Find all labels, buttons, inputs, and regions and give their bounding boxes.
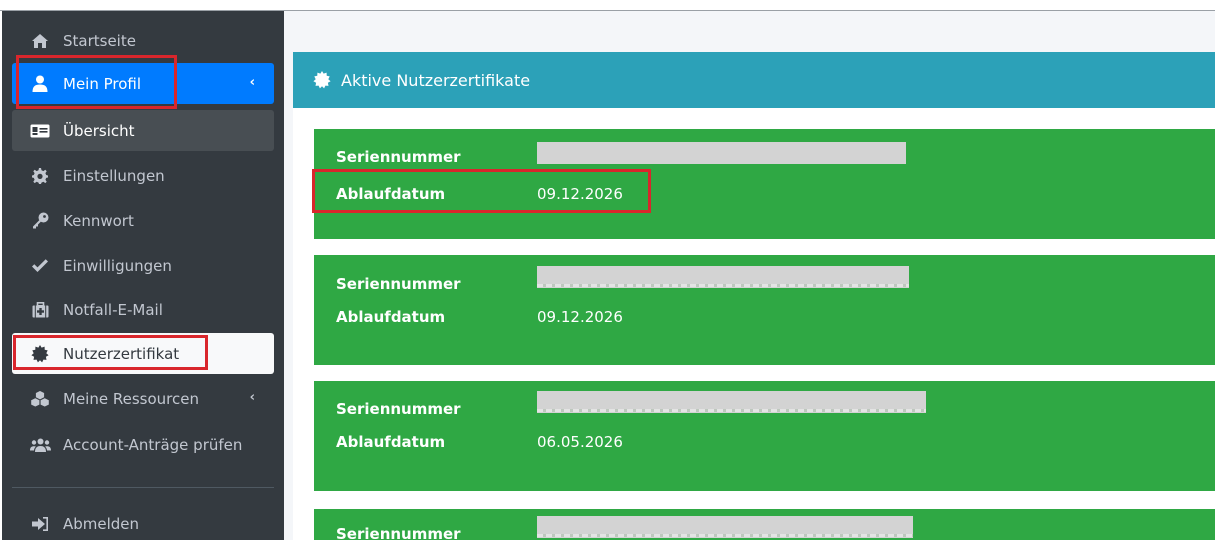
sidebar-item-einwilligungen[interactable]: Einwilligungen [12, 245, 274, 286]
certificate-icon [313, 71, 331, 89]
home-icon [29, 33, 51, 49]
check-icon [29, 258, 51, 273]
serial-label: Seriennummer [336, 275, 461, 293]
serial-redacted [537, 266, 909, 288]
card-title: Aktive Nutzerzertifikate [341, 70, 531, 90]
id-card-icon [29, 124, 51, 138]
expiry-label: Ablaufdatum [336, 185, 446, 203]
chevron-left-icon: ‹ [249, 75, 255, 90]
sidebar-item-startseite[interactable]: Startseite [12, 20, 274, 61]
certificate-entry: Seriennummer Ablaufdatum 09.12.2026 [314, 129, 1215, 239]
key-icon [29, 212, 51, 229]
sidebar-item-label: Mein Profil [63, 74, 142, 93]
card-header: Aktive Nutzerzertifikate [293, 52, 1215, 108]
sidebar-item-label: Einwilligungen [63, 256, 172, 275]
certificates-card: Aktive Nutzerzertifikate Seriennummer Ab… [293, 52, 1215, 540]
expiry-value: 09.12.2026 [537, 185, 623, 203]
expiry-value: 06.05.2026 [537, 433, 623, 451]
sidebar-item-abmelden[interactable]: Abmelden [12, 503, 274, 540]
certificate-entry: Seriennummer [314, 509, 1215, 540]
expiry-value: 09.12.2026 [537, 308, 623, 326]
sidebar-item-label: Einstellungen [63, 166, 165, 185]
serial-label: Seriennummer [336, 400, 461, 418]
serial-label: Seriennummer [336, 525, 461, 540]
serial-redacted [537, 391, 926, 413]
certificate-icon [29, 344, 51, 363]
sidebar-item-label: Meine Ressourcen [63, 389, 199, 408]
sidebar-item-account-antraege[interactable]: Account-Anträge prüfen [12, 424, 274, 465]
sidebar-item-notfall-email[interactable]: Notfall-E-Mail [12, 289, 274, 330]
sidebar-item-label: Abmelden [63, 514, 140, 533]
sidebar-item-label: Übersicht [63, 121, 135, 140]
sidebar-item-meine-ressourcen[interactable]: Meine Ressourcen ‹ [12, 378, 274, 419]
sidebar-item-label: Account-Anträge prüfen [63, 435, 243, 454]
sidebar-item-uebersicht[interactable]: Übersicht [12, 110, 274, 151]
sidebar-divider [12, 487, 274, 488]
sidebar: Startseite Mein Profil ‹ Übersicht Einst… [2, 11, 284, 540]
sidebar-item-label: Startseite [63, 31, 136, 50]
sidebar-item-label: Notfall-E-Mail [63, 300, 163, 319]
users-icon [29, 438, 51, 452]
chevron-left-icon: ‹ [249, 390, 255, 405]
sidebar-item-mein-profil[interactable]: Mein Profil ‹ [12, 63, 274, 104]
cubes-icon [29, 390, 51, 407]
sign-out-icon [29, 516, 51, 531]
serial-label: Seriennummer [336, 148, 461, 166]
expiry-label: Ablaufdatum [336, 433, 446, 451]
serial-redacted [537, 516, 913, 538]
serial-redacted [537, 142, 906, 164]
certificate-entry: Seriennummer Ablaufdatum 06.05.2026 [314, 381, 1215, 491]
sidebar-item-label: Nutzerzertifikat [63, 344, 180, 363]
sidebar-item-nutzerzertifikat[interactable]: Nutzerzertifikat [12, 333, 274, 374]
user-icon [29, 75, 51, 92]
expiry-label: Ablaufdatum [336, 308, 446, 326]
sidebar-item-kennwort[interactable]: Kennwort [12, 200, 274, 241]
main-content: Aktive Nutzerzertifikate Seriennummer Ab… [284, 11, 1215, 540]
gear-icon [29, 167, 51, 184]
sidebar-item-einstellungen[interactable]: Einstellungen [12, 155, 274, 196]
sidebar-item-label: Kennwort [63, 211, 134, 230]
certificate-entry: Seriennummer Ablaufdatum 09.12.2026 [314, 255, 1215, 365]
medkit-icon [29, 301, 51, 318]
